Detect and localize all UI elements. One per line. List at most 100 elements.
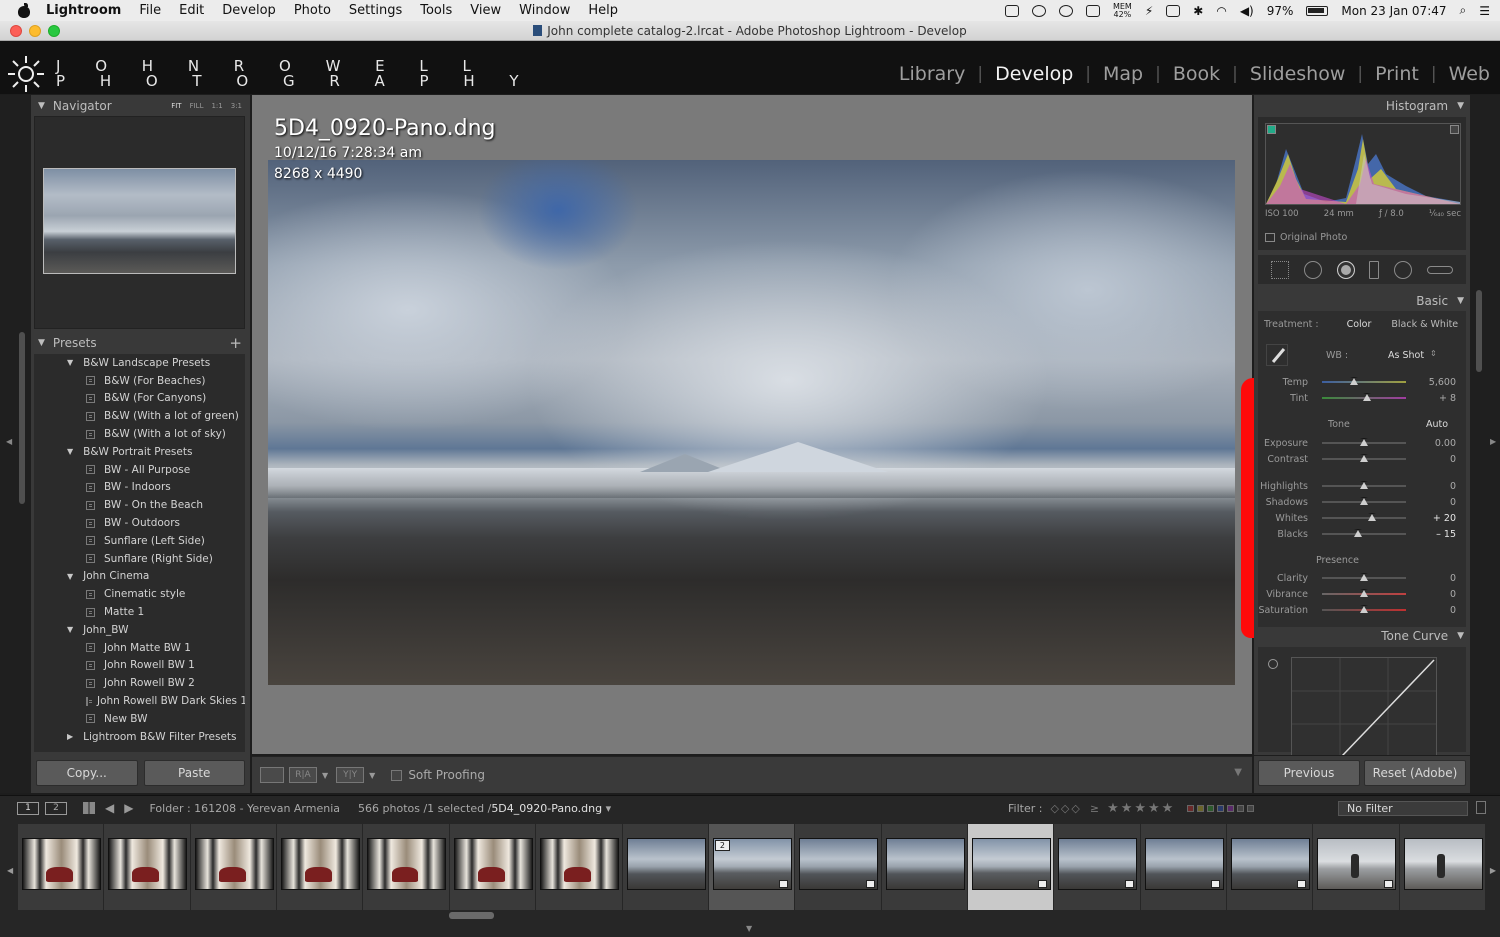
collapse-triangle-icon[interactable]: ▼ (1457, 631, 1464, 641)
color-filter-green[interactable] (1207, 805, 1215, 812)
slider-thumb[interactable] (1360, 497, 1368, 505)
filmstrip-thumbnail[interactable] (885, 838, 965, 890)
bottom-panel-toggle-icon[interactable]: ▼ (746, 924, 752, 933)
filmstrip-cell-selected[interactable] (967, 824, 1055, 910)
secondary-display-button[interactable]: 2 (45, 801, 67, 815)
add-preset-button[interactable]: + (229, 334, 242, 352)
filmstrip-scrollbar[interactable] (449, 912, 494, 919)
slider-track[interactable] (1322, 529, 1406, 537)
display-icon[interactable] (1085, 4, 1100, 17)
slider-thumb[interactable] (1360, 573, 1368, 581)
battery-icon[interactable] (1306, 5, 1329, 16)
filmstrip-thumbnail[interactable] (540, 838, 620, 890)
collapse-triangle-icon[interactable]: ▼ (38, 338, 45, 348)
filmstrip-cell[interactable] (277, 824, 364, 910)
filmstrip-cell[interactable] (622, 824, 709, 910)
module-map[interactable]: Map (1103, 63, 1143, 85)
wb-select[interactable]: As Shot (1388, 350, 1424, 361)
white-balance-eyedropper-icon[interactable] (1266, 344, 1288, 366)
auto-tone-button[interactable]: Auto (1426, 419, 1448, 430)
preset-folder[interactable]: ▼ B&W Portrait Presets (34, 443, 245, 461)
preset-item[interactable]: John Rowell BW 2 (34, 674, 245, 692)
menu-photo[interactable]: Photo (294, 3, 331, 18)
preset-item[interactable]: John Rowell BW 1 (34, 657, 245, 675)
filmstrip-cell[interactable] (881, 824, 968, 910)
slider-shadows[interactable]: Shadows 0 (1258, 495, 1466, 509)
menu-tools[interactable]: Tools (420, 3, 452, 18)
preset-item[interactable]: BW - On the Beach (34, 496, 245, 514)
preset-item[interactable]: Sunflare (Left Side) (34, 532, 245, 550)
collapse-triangle-icon[interactable]: ▼ (38, 101, 45, 111)
navigator-header[interactable]: ▼ Navigator FIT FILL 1:1 3:1 (31, 95, 250, 116)
collapse-triangle-icon[interactable]: ▼ (1457, 101, 1464, 111)
photo-count[interactable]: 566 photos /1 selected /5D4_0920-Pano.dn… (358, 802, 611, 815)
color-filter-other[interactable] (1237, 805, 1245, 812)
slider-value[interactable]: 0 (1450, 497, 1456, 508)
slider-track[interactable] (1322, 497, 1406, 505)
gear-icon[interactable] (1058, 4, 1073, 17)
slider-value[interactable]: 0.00 (1435, 438, 1456, 449)
toolbar-menu-icon[interactable]: ▼ (1234, 767, 1242, 778)
red-eye-tool-icon[interactable] (1336, 260, 1355, 279)
chevron-down-icon[interactable]: ▼ (322, 771, 328, 780)
slider-track[interactable] (1322, 454, 1406, 462)
preset-folder[interactable]: ▼ John Cinema (34, 568, 245, 586)
filmstrip-thumbnail[interactable] (281, 838, 361, 890)
slider-thumb[interactable] (1360, 605, 1368, 613)
filmstrip-cell[interactable] (190, 824, 278, 910)
module-develop[interactable]: Develop (995, 63, 1073, 85)
zoom-fill[interactable]: FILL (190, 102, 204, 110)
zoom-3-1[interactable]: 3:1 (231, 102, 242, 110)
original-photo-checkbox[interactable] (1265, 233, 1275, 242)
slider-contrast[interactable]: Contrast 0 (1258, 452, 1466, 466)
zoom-fit[interactable]: FIT (171, 102, 181, 110)
preset-item[interactable]: John Matte BW 1 (34, 639, 245, 657)
soft-proofing-label[interactable]: Soft Proofing (408, 768, 485, 782)
preset-item[interactable]: BW - Indoors (34, 479, 245, 497)
module-library[interactable]: Library (899, 63, 965, 85)
building-icon[interactable] (1166, 4, 1181, 17)
folder-expanded-icon[interactable]: ▼ (67, 358, 73, 367)
collapse-triangle-icon[interactable]: ▼ (1457, 296, 1464, 306)
slider-saturation[interactable]: Saturation 0 (1258, 603, 1466, 617)
slider-track[interactable] (1322, 513, 1406, 521)
before-after-swap-button[interactable]: Y|Y (336, 767, 365, 783)
slider-vibrance[interactable]: Vibrance 0 (1258, 587, 1466, 601)
slider-track[interactable] (1322, 481, 1406, 489)
volume-icon[interactable]: ◀) (1240, 4, 1254, 18)
slider-track[interactable] (1322, 377, 1406, 385)
highlight-clipping-icon[interactable] (1450, 125, 1459, 134)
slider-thumb[interactable] (1362, 393, 1371, 401)
preset-item[interactable]: B&W (For Beaches) (34, 372, 245, 390)
slider-value[interactable]: + 8 (1439, 393, 1456, 404)
before-after-view-button[interactable]: R|A (289, 767, 317, 783)
filmstrip-cell[interactable] (1054, 824, 1141, 910)
preset-item[interactable]: Matte 1 (34, 603, 245, 621)
preset-item[interactable]: Cinematic style (34, 585, 245, 603)
filmstrip-cell[interactable] (363, 824, 450, 910)
slider-thumb[interactable] (1360, 589, 1368, 597)
slider-value[interactable]: + 20 (1433, 513, 1456, 524)
slider-thumb[interactable] (1360, 481, 1368, 489)
slider-track[interactable] (1322, 589, 1406, 597)
presets-header[interactable]: ▼ Presets + (31, 332, 250, 353)
slider-whites[interactable]: Whites + 20 (1258, 511, 1466, 525)
primary-display-button[interactable]: 1 (17, 801, 39, 815)
rating-filter-stars[interactable]: ★★★★★ (1107, 801, 1175, 816)
filmstrip-cell[interactable] (1140, 824, 1228, 910)
apple-icon[interactable] (16, 2, 32, 19)
targeted-adjustment-icon[interactable] (1268, 659, 1278, 669)
module-book[interactable]: Book (1173, 63, 1220, 85)
preset-item[interactable]: B&W (For Canyons) (34, 390, 245, 408)
spot-removal-tool-icon[interactable] (1303, 260, 1322, 279)
slider-value[interactable]: 0 (1450, 481, 1456, 492)
notification-center-icon[interactable]: ☰ (1479, 4, 1490, 18)
soft-proofing-checkbox[interactable] (391, 769, 403, 781)
color-filter-none[interactable] (1247, 805, 1255, 812)
preset-folder[interactable]: ▼ John_BW (34, 621, 245, 639)
filter-lock-icon[interactable] (1476, 801, 1486, 814)
filmstrip-thumbnail[interactable] (453, 838, 533, 890)
slider-clarity[interactable]: Clarity 0 (1258, 571, 1466, 585)
filter-preset-select[interactable]: No Filter (1338, 801, 1468, 816)
flag-filter-icons[interactable]: ◇◇◇ (1050, 802, 1081, 815)
